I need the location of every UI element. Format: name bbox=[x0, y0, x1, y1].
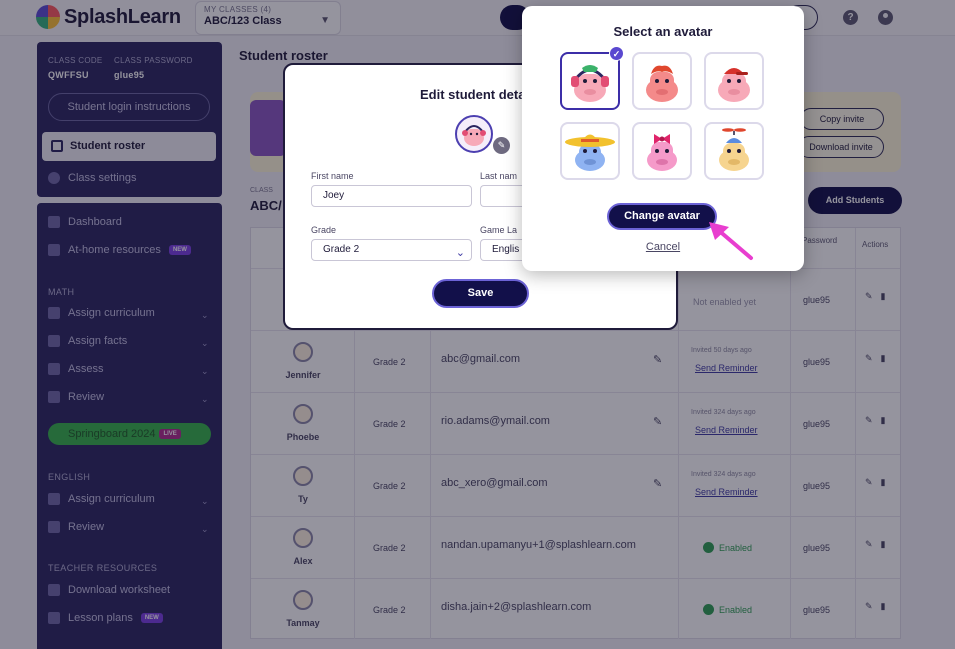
selected-check-icon: ✓ bbox=[609, 46, 624, 61]
grade-select-value: Grade 2 bbox=[323, 244, 360, 255]
hippo-headphones-icon bbox=[571, 65, 609, 102]
save-button[interactable]: Save bbox=[432, 279, 529, 308]
edit-dialog-title: Edit student deta bbox=[420, 87, 526, 102]
pointer-arrow-icon bbox=[709, 222, 753, 260]
grade-select[interactable]: Grade 2 ⌄ bbox=[311, 239, 472, 261]
avatar-dialog-title: Select an avatar bbox=[613, 24, 713, 39]
first-name-field[interactable]: Joey bbox=[311, 185, 472, 207]
game-language-select[interactable]: Englis bbox=[480, 239, 528, 261]
avatar-option-bow[interactable] bbox=[632, 122, 692, 180]
cancel-link[interactable]: Cancel bbox=[522, 241, 804, 253]
hippo-red-hair-icon bbox=[646, 65, 678, 102]
student-avatar-preview[interactable] bbox=[455, 115, 493, 153]
hippo-bow-icon bbox=[647, 134, 677, 171]
hippo-propeller-hat-icon bbox=[719, 128, 749, 171]
hippo-sombrero-icon bbox=[565, 134, 615, 171]
first-name-label: First name bbox=[311, 171, 354, 181]
hippo-red-cap-icon bbox=[718, 68, 750, 102]
edit-avatar-pencil-icon[interactable]: ✎ bbox=[493, 137, 510, 154]
game-language-label: Game La bbox=[480, 225, 518, 235]
change-avatar-button[interactable]: Change avatar bbox=[607, 203, 717, 230]
grade-label: Grade bbox=[311, 225, 337, 235]
select-avatar-dialog: Select an avatar ✓ Change avatar Cancel bbox=[522, 6, 804, 271]
avatar-option-sombrero[interactable] bbox=[560, 122, 620, 180]
avatar-option-red-cap[interactable] bbox=[704, 52, 764, 110]
avatar-option-headphones[interactable] bbox=[560, 52, 620, 110]
chevron-down-icon: ⌄ bbox=[455, 247, 465, 259]
avatar-option-propeller-hat[interactable] bbox=[704, 122, 764, 180]
last-name-label: Last nam bbox=[480, 171, 518, 181]
hippo-avatar-icon bbox=[462, 125, 486, 146]
avatar-option-red-hair[interactable] bbox=[632, 52, 692, 110]
last-name-field[interactable] bbox=[480, 185, 528, 207]
